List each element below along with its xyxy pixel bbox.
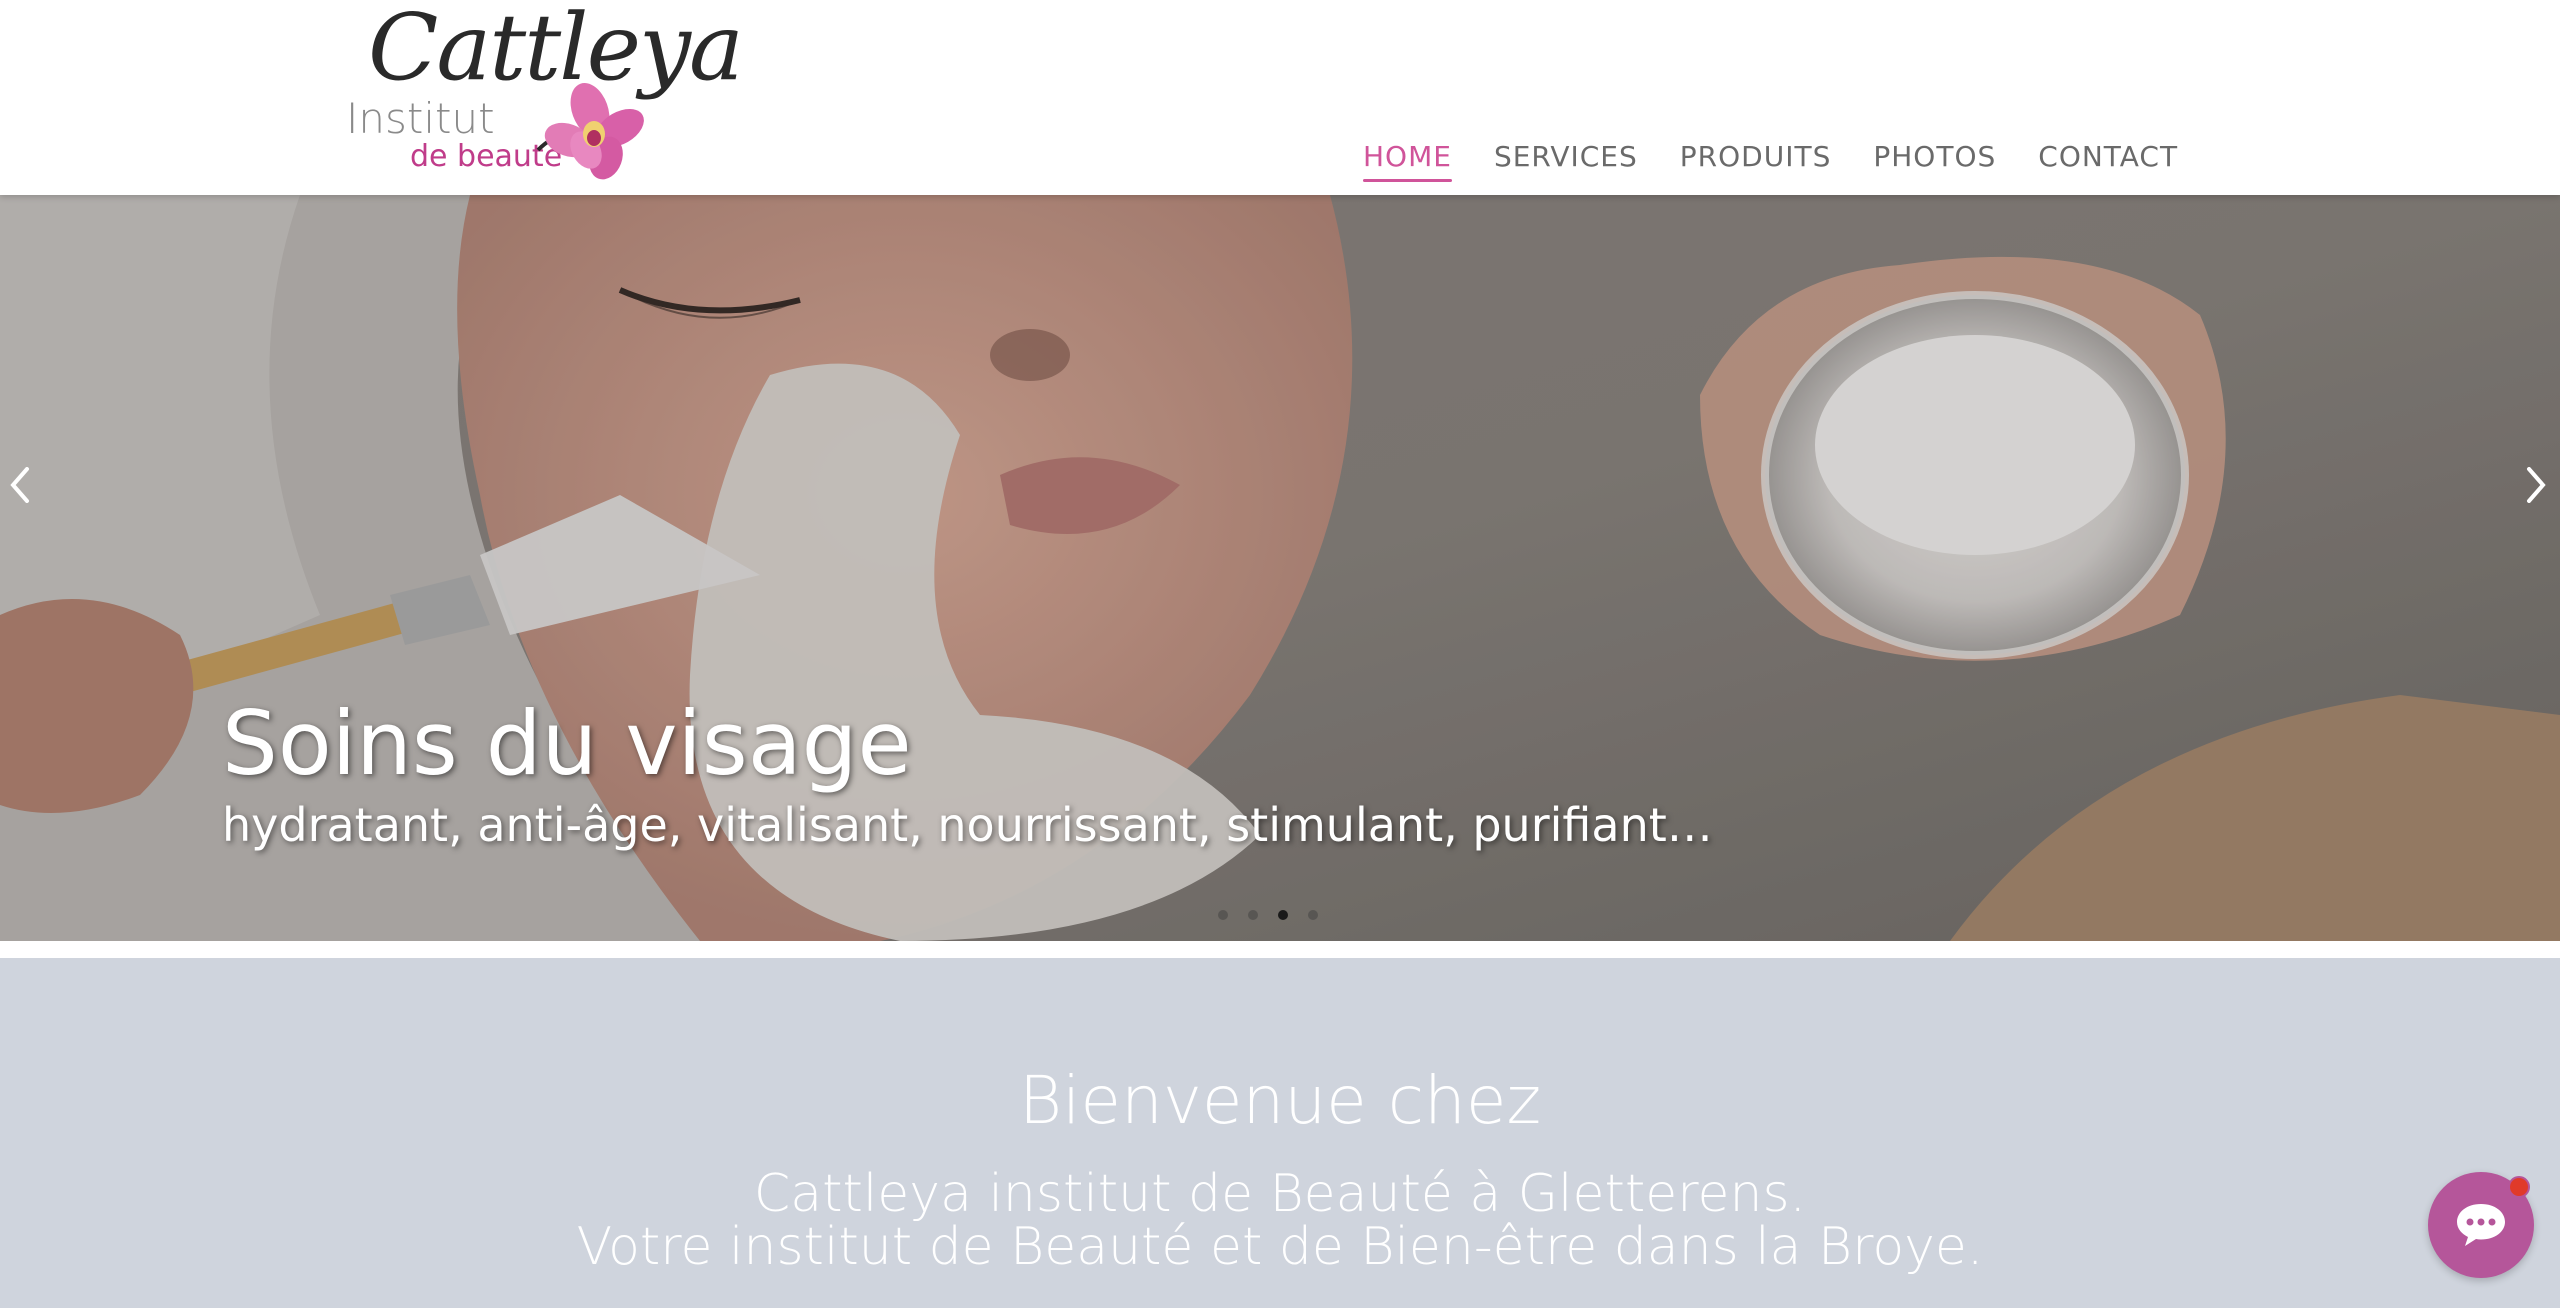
slider-dot-4[interactable] bbox=[1308, 910, 1318, 920]
nav-services[interactable]: SERVICES bbox=[1494, 140, 1638, 180]
chevron-right-icon bbox=[2527, 467, 2546, 503]
slider-dot-3[interactable] bbox=[1278, 910, 1288, 920]
chat-bubble-icon bbox=[2457, 1204, 2505, 1246]
nav-photos[interactable]: PHOTOS bbox=[1873, 140, 1996, 180]
chat-widget-button[interactable] bbox=[2428, 1172, 2534, 1278]
orchid-icon bbox=[536, 82, 644, 180]
slider-dot-1[interactable] bbox=[1218, 910, 1228, 920]
welcome-title: Bienvenue chez bbox=[1018, 1062, 1542, 1139]
logo-institut-text: Institut bbox=[346, 94, 495, 143]
slider-prev-button[interactable] bbox=[0, 455, 40, 515]
slider-dot-2[interactable] bbox=[1248, 910, 1258, 920]
slider-dots bbox=[1218, 910, 1318, 920]
welcome-section: Bienvenue chez Cattleya institut de Beau… bbox=[0, 958, 2560, 1308]
hero-title: Soins du visage bbox=[222, 692, 912, 795]
chevron-left-icon bbox=[10, 467, 29, 503]
welcome-line-1: Cattleya institut de Beauté à Gletterens… bbox=[753, 1164, 1807, 1224]
notification-dot bbox=[2508, 1176, 2530, 1198]
nav-home[interactable]: HOME bbox=[1363, 140, 1452, 182]
slider-next-button[interactable] bbox=[2516, 455, 2556, 515]
site-logo[interactable]: Cattleya Institut de beauté bbox=[340, 0, 744, 190]
nav-contact[interactable]: CONTACT bbox=[2038, 140, 2178, 180]
welcome-line-2: Votre institut de Beauté et de Bien-être… bbox=[576, 1217, 1984, 1277]
site-header: Cattleya Institut de beauté HOME SERVICE… bbox=[0, 0, 2560, 195]
main-nav: HOME SERVICES PRODUITS PHOTOS CONTACT bbox=[1363, 140, 2178, 182]
hero-slider: Soins du visage hydratant, anti-âge, vit… bbox=[0, 195, 2560, 941]
nav-produits[interactable]: PRODUITS bbox=[1680, 140, 1832, 180]
hero-subtitle: hydratant, anti-âge, vitalisant, nourris… bbox=[222, 798, 1713, 852]
